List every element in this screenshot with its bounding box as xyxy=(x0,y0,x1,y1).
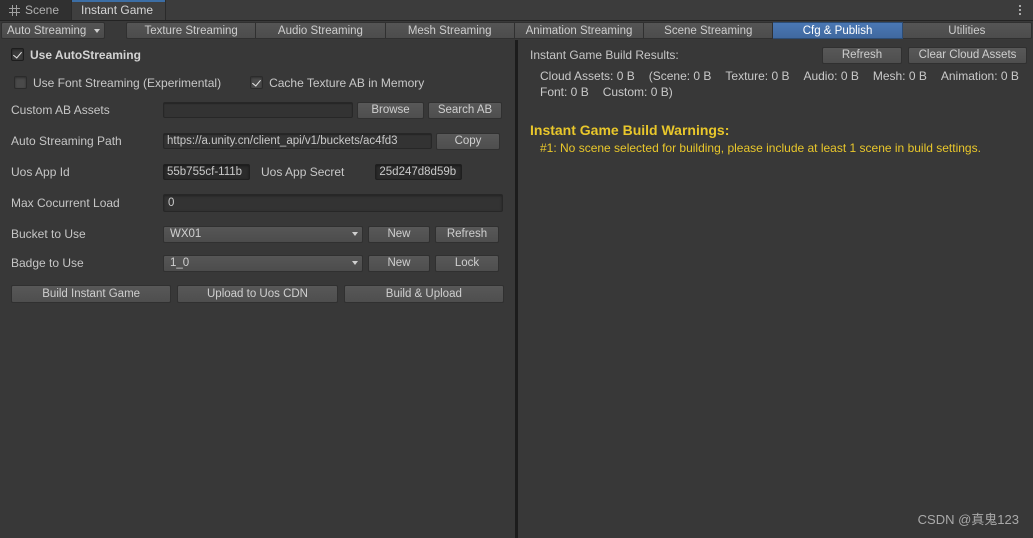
uos-app-id-input[interactable]: 55b755cf-111b xyxy=(163,164,250,180)
build-and-upload-button[interactable]: Build & Upload xyxy=(343,285,504,303)
custom-ab-assets-label: Custom AB Assets xyxy=(11,103,110,117)
auto-streaming-path-label: Auto Streaming Path xyxy=(11,134,122,148)
tab-audio-streaming-label: Audio Streaming xyxy=(277,24,363,37)
uos-app-secret-label: Uos App Secret xyxy=(261,165,345,179)
build-size-summary: Cloud Assets: 0 B (Scene: 0 B Texture: 0 B… xyxy=(518,65,1033,100)
tab-audio-streaming[interactable]: Audio Streaming xyxy=(256,22,386,39)
size-font: Font: 0 B xyxy=(540,85,589,99)
tab-scene-streaming[interactable]: Scene Streaming xyxy=(644,22,774,39)
build-results-header: Instant Game Build Results: Refresh Clea… xyxy=(518,45,1033,65)
max-cocurrent-load-row: Max Cocurrent Load 0 xyxy=(0,193,515,213)
tab-cfg-and-publish-label: Cfg & Publish xyxy=(802,24,873,37)
results-refresh-button[interactable]: Refresh xyxy=(822,46,902,64)
max-cocurrent-load-input[interactable]: 0 xyxy=(163,194,503,212)
tab-animation-streaming[interactable]: Animation Streaming xyxy=(514,22,645,39)
browse-button[interactable]: Browse xyxy=(357,101,424,119)
bucket-to-use-row: Bucket to Use WX01 New Refresh xyxy=(0,224,515,244)
badge-to-use-label: Badge to Use xyxy=(11,256,84,270)
settings-panel: Use AutoStreaming Use Font Streaming (Ex… xyxy=(0,40,515,538)
toolbar-gap xyxy=(105,21,126,40)
window-tab-strip: Scene Instant Game xyxy=(0,0,1033,21)
build-size-line-2: Font: 0 B Custom: 0 B) xyxy=(540,84,1033,100)
tab-texture-streaming[interactable]: Texture Streaming xyxy=(126,22,257,39)
uos-credentials-row: Uos App Id 55b755cf-111b Uos App Secret … xyxy=(0,162,515,182)
size-cloud-assets: Cloud Assets: 0 B xyxy=(540,69,635,83)
clear-cloud-assets-button[interactable]: Clear Cloud Assets xyxy=(908,46,1027,64)
auto-streaming-path-row: Auto Streaming Path https://a.unity.cn/c… xyxy=(0,131,515,151)
chevron-down-icon xyxy=(352,261,358,265)
cache-texture-ab-label: Cache Texture AB in Memory xyxy=(269,75,425,90)
watermark: CSDN @真鬼123 xyxy=(917,512,1019,527)
auto-streaming-dropdown[interactable]: Auto Streaming xyxy=(1,22,105,39)
bucket-new-button[interactable]: New xyxy=(368,225,430,243)
build-instant-game-button[interactable]: Build Instant Game xyxy=(11,285,172,303)
window-tab-scene[interactable]: Scene xyxy=(0,0,73,20)
badge-to-use-value: 1_0 xyxy=(170,257,190,269)
upload-to-uos-cdn-button[interactable]: Upload to Uos CDN xyxy=(177,285,338,303)
badge-to-use-row: Badge to Use 1_0 New Lock xyxy=(0,253,515,273)
uos-app-secret-input[interactable]: 25d247d8d59b xyxy=(375,164,463,180)
badge-to-use-dropdown[interactable]: 1_0 xyxy=(163,254,363,272)
tab-mesh-streaming[interactable]: Mesh Streaming xyxy=(385,22,515,39)
uos-app-id-label: Uos App Id xyxy=(11,165,70,179)
bucket-refresh-button[interactable]: Refresh xyxy=(435,225,499,243)
bucket-to-use-dropdown[interactable]: WX01 xyxy=(163,225,363,243)
search-ab-button[interactable]: Search AB xyxy=(428,101,502,119)
badge-new-button[interactable]: New xyxy=(368,254,430,272)
auto-streaming-dropdown-label: Auto Streaming xyxy=(7,24,87,37)
tab-utilities-label: Utilities xyxy=(948,24,986,37)
use-font-streaming-checkbox[interactable] xyxy=(14,76,27,89)
tab-animation-streaming-label: Animation Streaming xyxy=(525,24,633,37)
tab-cfg-and-publish[interactable]: Cfg & Publish xyxy=(773,22,903,39)
use-autostreaming-label: Use AutoStreaming xyxy=(30,47,141,62)
use-font-streaming-label: Use Font Streaming (Experimental) xyxy=(33,75,222,90)
kebab-menu-icon[interactable] xyxy=(1007,0,1033,20)
tab-texture-streaming-label: Texture Streaming xyxy=(144,24,238,37)
badge-lock-button[interactable]: Lock xyxy=(435,254,499,272)
size-scene: (Scene: 0 B xyxy=(648,69,712,83)
tab-scene-streaming-label: Scene Streaming xyxy=(664,24,753,37)
module-tab-group: Texture Streaming Audio Streaming Mesh S… xyxy=(126,22,1032,39)
size-custom: Custom: 0 B) xyxy=(602,85,673,99)
cache-texture-ab-checkbox[interactable] xyxy=(250,76,264,89)
max-cocurrent-load-label: Max Cocurrent Load xyxy=(11,196,120,210)
tab-utilities[interactable]: Utilities xyxy=(902,22,1032,39)
tab-strip-filler xyxy=(166,0,1007,20)
custom-ab-assets-input[interactable] xyxy=(163,102,353,118)
grid-icon xyxy=(9,4,20,16)
size-mesh: Mesh: 0 B xyxy=(872,69,927,83)
unity-editor-window: Scene Instant Game Auto Streaming Textur… xyxy=(0,0,1033,538)
window-tab-instant-game[interactable]: Instant Game xyxy=(72,0,167,20)
bucket-to-use-label: Bucket to Use xyxy=(11,227,86,241)
build-size-line-1: Cloud Assets: 0 B (Scene: 0 B Texture: 0 B… xyxy=(540,68,1033,84)
use-autostreaming-row: Use AutoStreaming xyxy=(0,44,515,65)
custom-ab-assets-row: Custom AB Assets Browse Search AB xyxy=(0,100,515,120)
streaming-options-row: Use Font Streaming (Experimental) Cache … xyxy=(0,72,515,93)
build-results-title: Instant Game Build Results: xyxy=(530,48,679,62)
module-toolbar: Auto Streaming Texture Streaming Audio S… xyxy=(0,21,1033,40)
chevron-down-icon xyxy=(352,232,358,236)
tab-mesh-streaming-label: Mesh Streaming xyxy=(407,24,492,37)
build-warning-item: #1: No scene selected for building, plea… xyxy=(540,141,981,155)
size-animation: Animation: 0 B xyxy=(940,69,1019,83)
size-audio: Audio: 0 B xyxy=(803,69,859,83)
window-tab-scene-label: Scene xyxy=(25,3,60,17)
action-button-row: Build Instant Game Upload to Uos CDN Bui… xyxy=(0,285,515,303)
auto-streaming-path-input[interactable]: https://a.unity.cn/client_api/v1/buckets… xyxy=(163,133,432,149)
build-results-panel: Instant Game Build Results: Refresh Clea… xyxy=(518,40,1033,538)
use-autostreaming-checkbox[interactable] xyxy=(11,48,24,61)
build-warnings-title: Instant Game Build Warnings: xyxy=(530,122,730,138)
chevron-down-icon xyxy=(94,28,100,33)
size-texture: Texture: 0 B xyxy=(725,69,790,83)
bucket-to-use-value: WX01 xyxy=(170,228,202,240)
window-tab-instant-game-label: Instant Game xyxy=(81,3,154,17)
copy-button[interactable]: Copy xyxy=(436,132,500,150)
